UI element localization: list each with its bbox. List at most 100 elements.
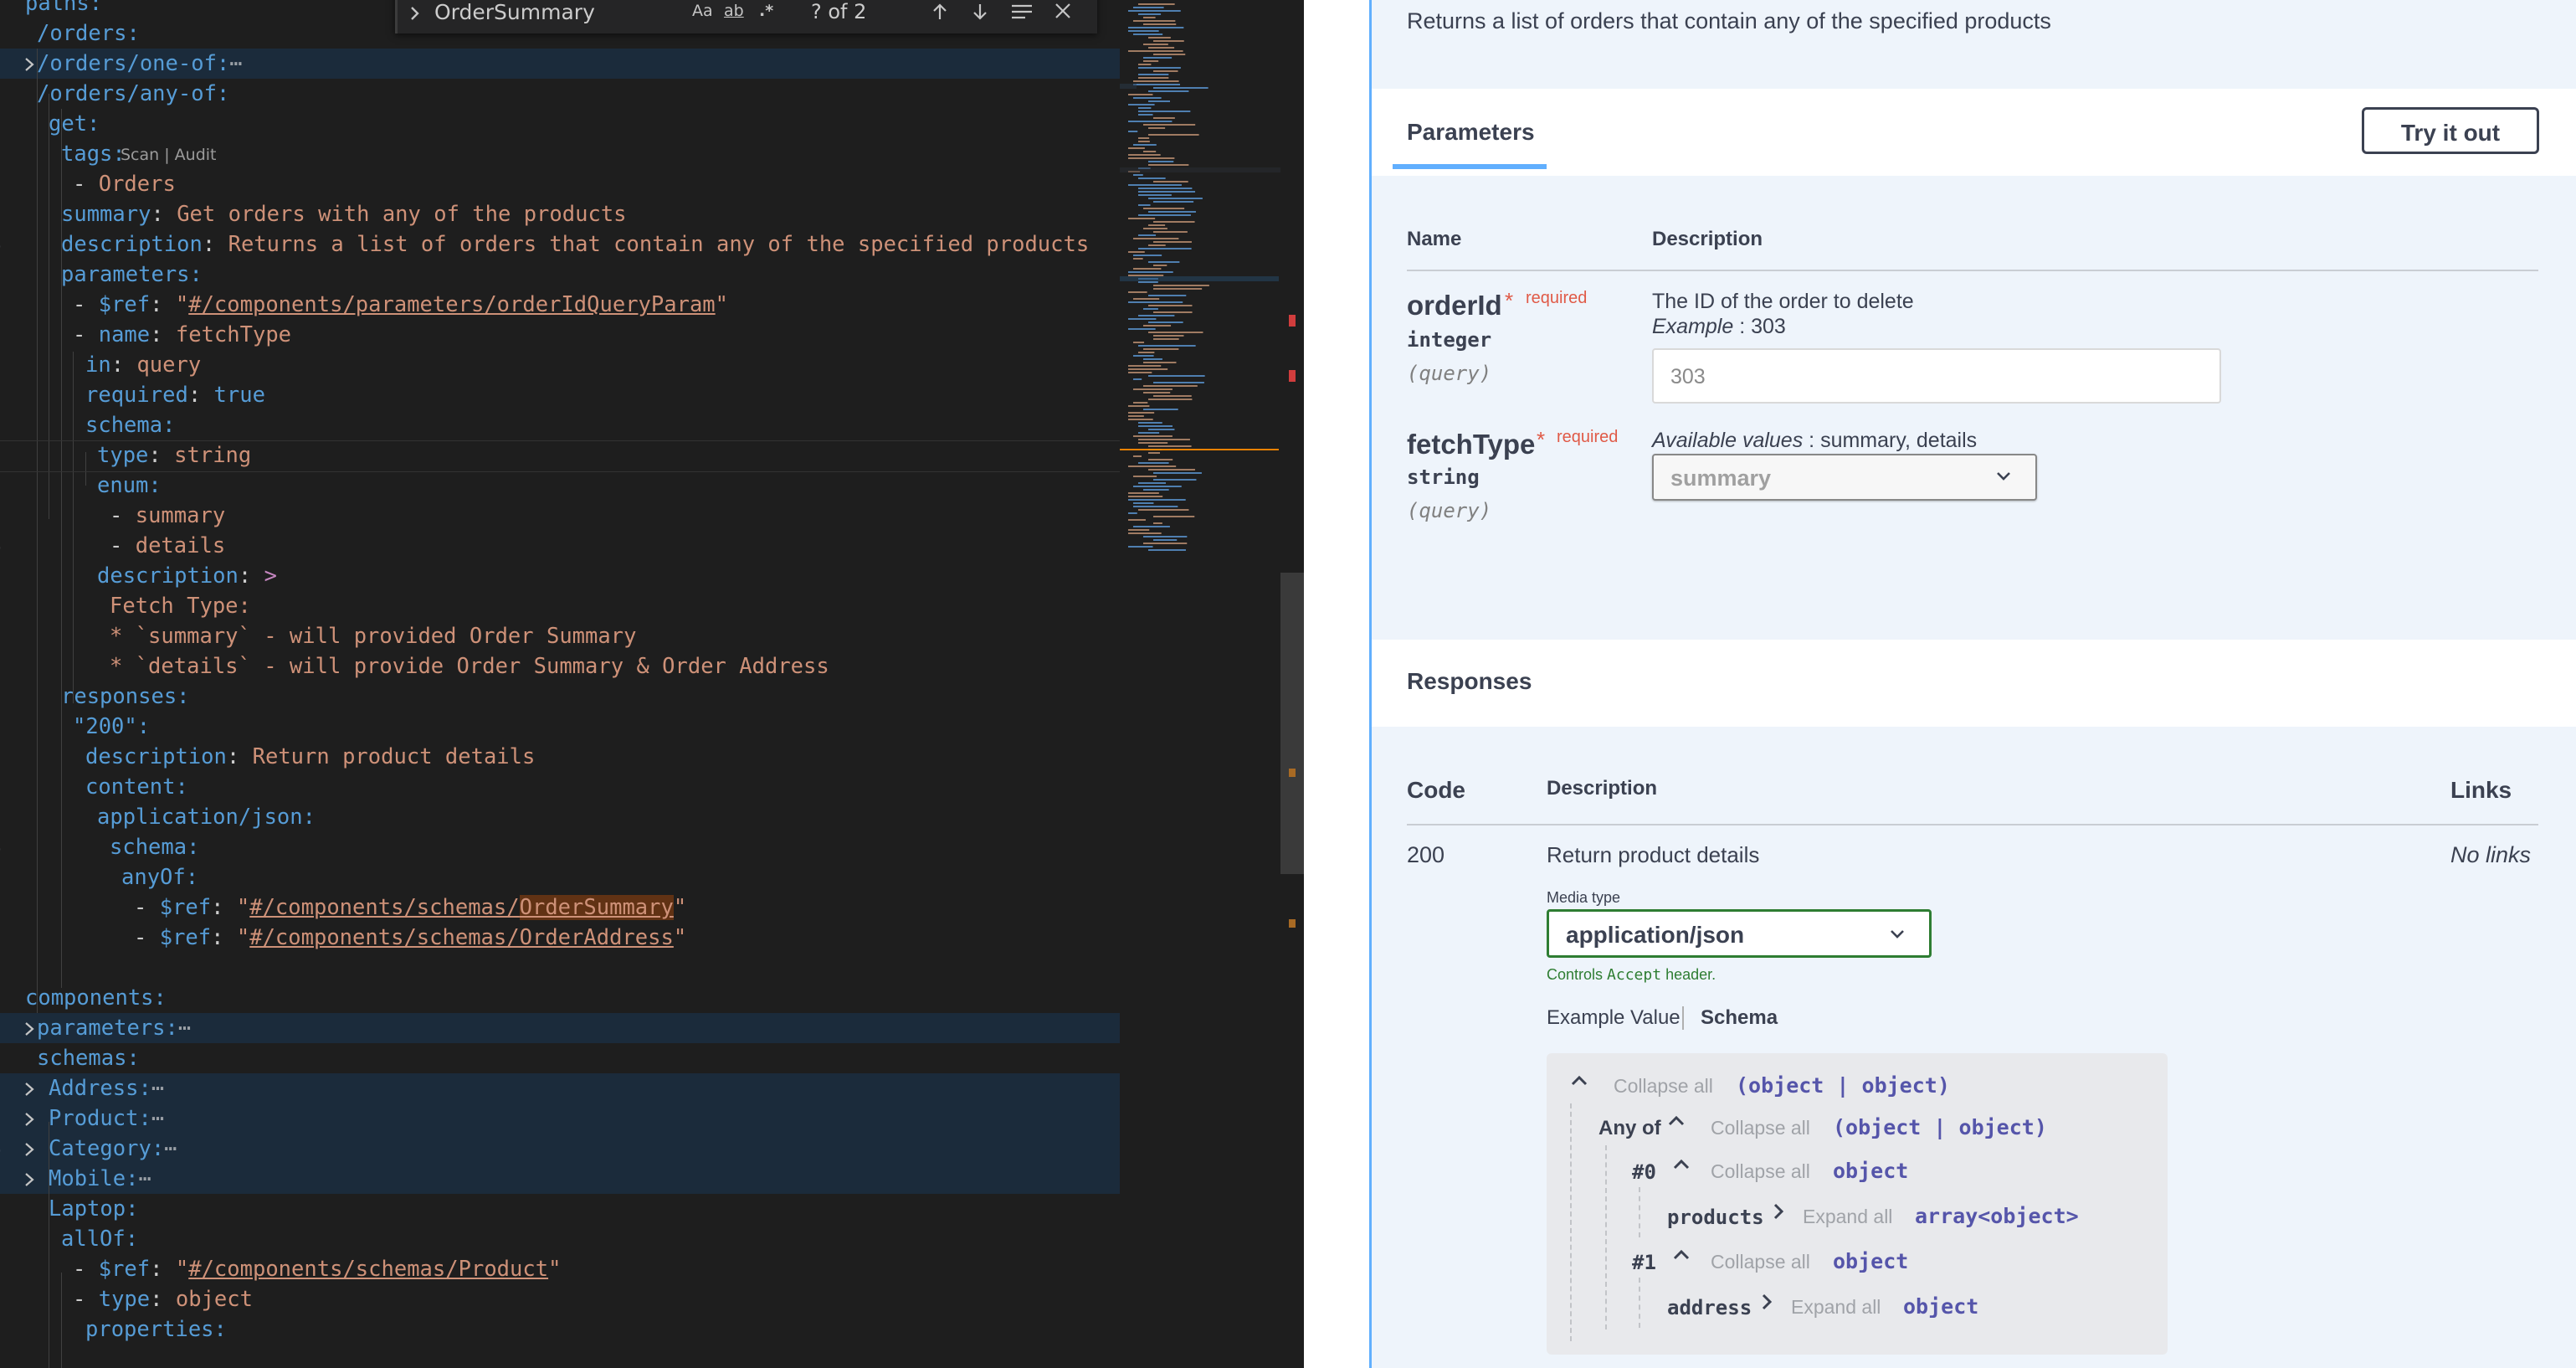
code-line[interactable]: 3 summary: Get orders with any of the pro… [0,199,1120,229]
code-line[interactable]: 2 content: [0,772,1120,802]
minimap-line [1138,67,1181,69]
code-line[interactable]: 8 [0,953,1120,983]
code-line[interactable]: 9/orders/one-of:⋯ [0,49,1120,79]
line-number: 5 [0,561,5,591]
code-line[interactable]: 1 type: string [0,440,1120,471]
tab-schema[interactable]: Schema [1701,1006,1778,1030]
collapse-all-item0[interactable]: Collapse all [1711,1160,1810,1183]
code-line[interactable]: 7 - name: fetchType [0,320,1120,350]
code-line[interactable]: 9 - type: object [0,1284,1120,1314]
minimap[interactable] [1120,0,1287,1368]
code-line[interactable]: 1 schemas: [0,1043,1120,1073]
previous-match-icon[interactable] [930,2,950,25]
code-line[interactable]: 4 description: Returns a list of orders t… [0,229,1120,260]
code-line[interactable]: 0 "200": [0,712,1120,742]
minimap-line [1133,84,1180,85]
fold-expand-icon[interactable] [18,1134,42,1164]
next-match-icon[interactable] [970,2,990,25]
code-line[interactable]: 8 in: query [0,350,1120,380]
code-line[interactable]: 3 application/json: [0,802,1120,832]
code-line[interactable]: 7 * `summary` - will provided Order Summa… [0,621,1120,651]
collapse-all-anyof[interactable]: Collapse all [1711,1117,1810,1139]
code-line[interactable]: 2 enum: [0,471,1120,501]
collapse-all-item1[interactable]: Collapse all [1711,1251,1810,1273]
match-case-toggle[interactable]: Aa [692,2,713,20]
response-links: No links [2450,842,2532,867]
minimap-line [1133,144,1157,146]
code-line[interactable]: 6 Laptop: [0,1194,1120,1224]
close-find-icon[interactable] [1054,2,1072,23]
code-line[interactable]: get: [0,109,1120,139]
code-text: * `details` - will provide Order Summary… [110,654,829,679]
expand-products-icon[interactable] [1773,1202,1784,1225]
code-line[interactable]: 2 - Orders [0,169,1120,199]
code-line[interactable]: 1 description: Return product details [0,742,1120,772]
code-text: in: query [85,352,202,378]
param-type: integer [1407,328,1492,352]
minimap-line [1133,258,1143,260]
tab-parameters[interactable]: Parameters [1407,119,1535,146]
collapse-item0-icon[interactable] [1672,1159,1691,1175]
code-line[interactable]: 9 required: true [0,380,1120,410]
code-line[interactable]: 6 - $ref: "#/components/schemas/OrderSumm… [0,892,1120,923]
code-editor[interactable]: paths:/orders:9/orders/one-of:⋯0/orders/… [0,0,1304,1368]
code-text: - $ref: "#/components/parameters/orderId… [73,292,729,317]
code-line[interactable]: 9 components: [0,983,1120,1013]
line-number: 4 [0,832,5,862]
code-line[interactable]: 9 responses: [0,681,1120,712]
code-line[interactable]: 4 Category:⋯ [0,1134,1120,1164]
regex-toggle[interactable]: .* [759,2,773,20]
orderId-input[interactable]: 303 [1652,348,2221,404]
expand-address-icon[interactable] [1761,1293,1773,1315]
whole-word-toggle[interactable]: ab [724,2,744,20]
code-line[interactable]: 3 - summary [0,501,1120,531]
code-line[interactable]: 5 anyOf: [0,862,1120,892]
code-line[interactable]: 5 description: > [0,561,1120,591]
code-line[interactable]: 5 Mobile:⋯ [0,1164,1120,1194]
code-line[interactable]: 0/orders/any-of: [0,79,1120,109]
minimap-line [1128,94,1153,95]
tab-example-value[interactable]: Example Value [1547,1006,1681,1030]
minimap-line [1133,435,1173,437]
editor-scrollbar[interactable] [1280,0,1304,1368]
scrollbar-thumb[interactable] [1280,573,1304,874]
expand-all-products[interactable]: Expand all [1803,1206,1892,1228]
minimap-line [1153,117,1175,119]
code-line[interactable]: 8 * `details` - will provide Order Summar… [0,651,1120,681]
collapse-root-icon[interactable] [1570,1075,1588,1091]
try-it-out-button[interactable]: Try it out [2362,107,2539,154]
code-line[interactable]: 4 - details [0,531,1120,561]
find-match-marker [1289,769,1296,777]
code-line[interactable]: 0 parameters:⋯ [0,1013,1120,1043]
codelens-scan-audit[interactable]: Scan | Audit [121,146,217,164]
fold-expand-icon[interactable] [18,1103,42,1134]
code-line[interactable]: 8 - $ref: "#/components/schemas/Product" [0,1254,1120,1284]
media-type-select[interactable]: application/json [1547,909,1932,958]
line-number: 6 [0,892,5,923]
code-line[interactable]: 6 - $ref: "#/components/parameters/orderI… [0,290,1120,320]
code-line[interactable]: 3 Product:⋯ [0,1103,1120,1134]
code-line[interactable]: 4 schema: [0,832,1120,862]
code-line[interactable]: 7 allOf: [0,1224,1120,1254]
code-line[interactable]: 0 properties: [0,1314,1120,1345]
minimap-line [1133,388,1173,390]
fetchType-select[interactable]: summary [1652,454,2037,501]
expand-all-address[interactable]: Expand all [1791,1296,1881,1319]
toggle-replace-icon[interactable] [409,5,421,25]
find-widget[interactable]: OrderSummary Aa ab .* ? of 2 [395,0,1097,33]
code-text: Laptop: [49,1196,139,1221]
code-line[interactable]: 5 parameters: [0,260,1120,290]
code-line[interactable]: 6 Fetch Type: [0,591,1120,621]
code-line[interactable]: 7 - $ref: "#/components/schemas/OrderAddr… [0,923,1120,953]
fold-expand-icon[interactable] [18,1073,42,1103]
collapse-anyof-icon[interactable] [1667,1115,1686,1131]
line-number: 3 [0,199,5,229]
collapse-all-root[interactable]: Collapse all [1614,1075,1713,1098]
collapse-item1-icon[interactable] [1672,1249,1691,1265]
minimap-line [1133,20,1176,22]
minimap-line [1128,218,1156,219]
code-line[interactable]: 2 Address:⋯ [0,1073,1120,1103]
find-in-selection-icon[interactable] [1010,2,1034,25]
code-line[interactable]: 0 schema: [0,410,1120,440]
fold-expand-icon[interactable] [18,1164,42,1194]
